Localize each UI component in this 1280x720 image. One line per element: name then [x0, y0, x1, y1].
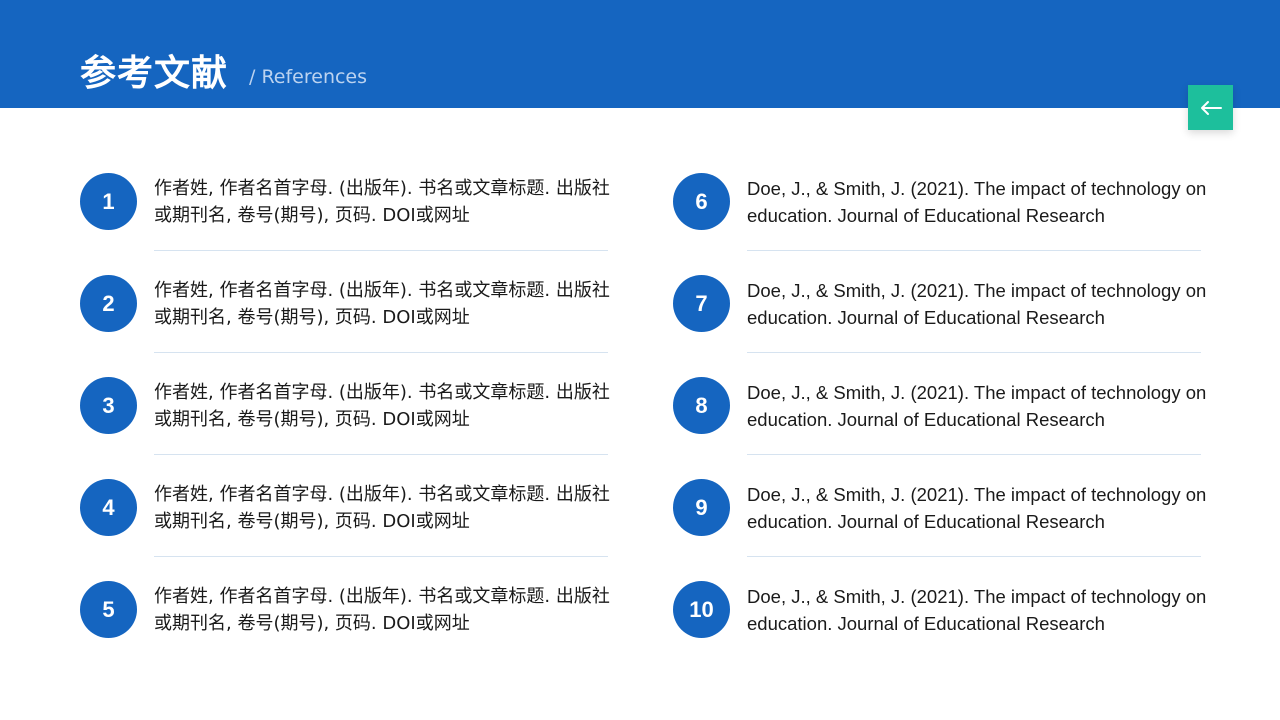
reference-number-badge: 3: [80, 377, 137, 434]
reference-text: 作者姓, 作者名首字母. (出版年). 书名或文章标题. 出版社或期刊名, 卷号…: [154, 586, 610, 634]
divider: [154, 454, 608, 455]
reference-number-badge: 10: [673, 581, 730, 638]
arrow-left-icon: [1200, 100, 1222, 115]
reference-text: Doe, J., & Smith, J. (2021). The impact …: [747, 178, 1207, 226]
divider: [154, 352, 608, 353]
divider: [154, 556, 608, 557]
divider: [747, 250, 1201, 251]
reference-text: 作者姓, 作者名首字母. (出版年). 书名或文章标题. 出版社或期刊名, 卷号…: [154, 484, 610, 532]
reference-number-badge: 9: [673, 479, 730, 536]
reference-number-badge: 4: [80, 479, 137, 536]
divider: [747, 556, 1201, 557]
reference-number-badge: 8: [673, 377, 730, 434]
reference-number-badge: 5: [80, 581, 137, 638]
reference-text: 作者姓, 作者名首字母. (出版年). 书名或文章标题. 出版社或期刊名, 卷号…: [154, 382, 610, 430]
reference-text: Doe, J., & Smith, J. (2021). The impact …: [747, 484, 1207, 532]
reference-number-badge: 7: [673, 275, 730, 332]
reference-text: 作者姓, 作者名首字母. (出版年). 书名或文章标题. 出版社或期刊名, 卷号…: [154, 280, 610, 328]
back-button[interactable]: [1188, 85, 1233, 130]
reference-text: Doe, J., & Smith, J. (2021). The impact …: [747, 586, 1207, 634]
reference-text: Doe, J., & Smith, J. (2021). The impact …: [747, 382, 1207, 430]
header-bar: 参考文献 / References: [0, 0, 1280, 108]
divider: [747, 352, 1201, 353]
reference-text: Doe, J., & Smith, J. (2021). The impact …: [747, 280, 1207, 328]
reference-number-badge: 2: [80, 275, 137, 332]
page-title: 参考文献: [80, 53, 229, 94]
reference-number-badge: 1: [80, 173, 137, 230]
divider: [154, 250, 608, 251]
reference-number-badge: 6: [673, 173, 730, 230]
reference-text: 作者姓, 作者名首字母. (出版年). 书名或文章标题. 出版社或期刊名, 卷号…: [154, 178, 610, 226]
page-subtitle: / References: [249, 66, 368, 88]
divider: [747, 454, 1201, 455]
